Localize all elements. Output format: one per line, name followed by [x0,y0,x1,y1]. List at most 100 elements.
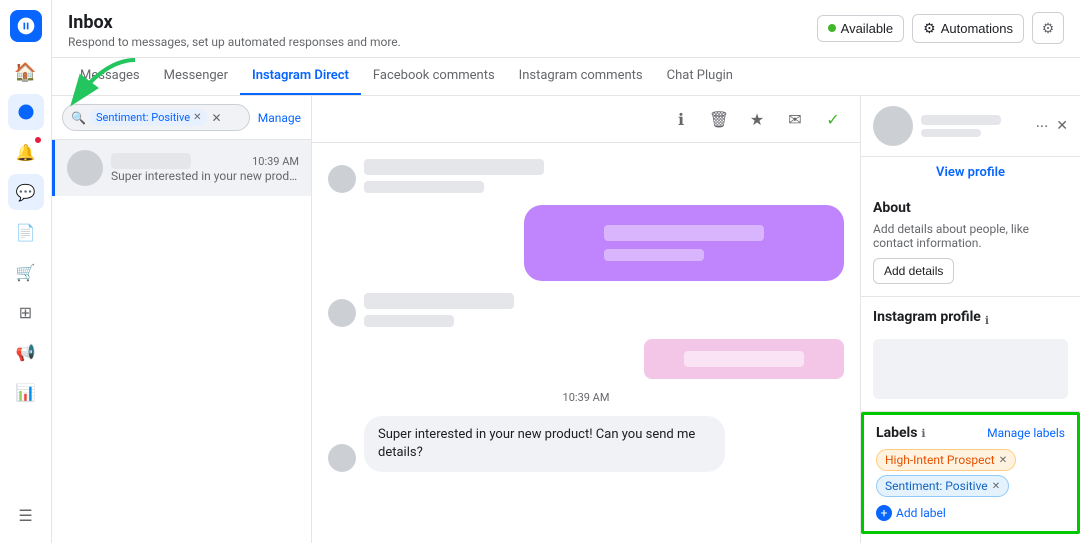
about-title: About [873,200,1068,216]
sidebar-item-ai[interactable] [8,94,44,130]
sidebar-item-home[interactable]: 🏠 [8,54,44,90]
sidebar-item-pages[interactable]: 📄 [8,214,44,250]
label-chip-sentiment: Sentiment: Positive ✕ [876,475,1009,497]
delete-button[interactable]: 🗑 [704,104,734,134]
settings-button[interactable]: ⚙ [1032,12,1064,44]
incoming-msg-1 [328,159,844,193]
inbox-title-area: Inbox Respond to messages, set up automa… [68,12,401,49]
outgoing-placeholder-3 [684,351,804,367]
outgoing-msg-2 [328,339,844,379]
email-button[interactable]: ✉ [780,104,810,134]
conv-info: 10:39 AM Super interested in your new pr… [111,153,299,183]
meta-logo [10,10,42,42]
content-area: 🔍 Sentiment: Positive ✕ ✕ Manage 10:39 A… [52,96,1080,543]
chat-toolbar: ℹ 🗑 ★ ✉ ✓ [312,96,860,143]
rp-sub-placeholder [921,129,981,137]
status-button[interactable]: Available [817,15,905,42]
info-button[interactable]: ℹ [666,104,696,134]
ig-profile-section: Instagram profile ℹ [861,297,1080,412]
tab-facebook-comments[interactable]: Facebook comments [361,58,507,95]
conv-name-placeholder [111,153,191,169]
view-profile-link[interactable]: View profile [861,157,1080,188]
rp-avatar [873,106,913,146]
label-chip-high-intent: High-Intent Prospect ✕ [876,449,1016,471]
conv-preview: Super interested in your new produc... [111,169,299,183]
info-icon-ig: ℹ [985,314,989,327]
sidebar-item-notifications[interactable]: 🔔 [8,134,44,170]
rp-header: ··· ✕ [861,96,1080,157]
manage-link[interactable]: Manage [258,111,301,125]
inbox-wrapper: Inbox Respond to messages, set up automa… [52,0,1080,543]
outgoing-placeholder-1 [604,225,764,241]
status-label: Available [841,21,894,36]
inbox-subtitle: Respond to messages, set up automated re… [68,35,401,49]
check-button[interactable]: ✓ [818,104,848,134]
suggested-labels-section: Suggested labels New customer Important … [861,534,1080,543]
sidebar-item-analytics[interactable]: 📊 [8,374,44,410]
automations-button[interactable]: ⚙ Automations [912,14,1024,43]
inbox-header: Inbox Respond to messages, set up automa… [52,0,1080,58]
info-icon-labels: ℹ [921,427,925,440]
labels-section: Labels ℹ Manage labels High-Intent Prosp… [861,412,1080,534]
right-panel: ··· ✕ View profile About Add details abo… [860,96,1080,543]
sidebar-item-menu[interactable]: ☰ [8,497,44,533]
rp-close-button[interactable]: ✕ [1056,118,1068,134]
add-label-button[interactable]: + Add label [876,505,1065,521]
rp-name-placeholder [921,115,1001,125]
user-avatar-2 [328,299,356,327]
settings-icon: ⚙ [1042,20,1055,37]
sidebar-item-tables[interactable]: ⊞ [8,294,44,330]
tab-messenger[interactable]: Messenger [152,58,240,95]
label-chip-text-2: Sentiment: Positive [885,479,988,493]
label-chip-remove-1[interactable]: ✕ [999,455,1007,466]
msg-placeholder-3 [364,293,514,309]
notification-badge [34,136,42,144]
header-actions: Available ⚙ Automations ⚙ [817,12,1064,44]
label-chip-text-1: High-Intent Prospect [885,453,995,467]
user-avatar-1 [328,165,356,193]
inbox-tabs: Messages Messenger Instagram Direct Face… [52,58,1080,96]
labels-title: Labels [876,425,917,441]
user-avatar-final [328,444,356,472]
conversation-item[interactable]: 10:39 AM Super interested in your new pr… [52,140,311,196]
label-chip-remove-2[interactable]: ✕ [992,481,1000,492]
final-message: Super interested in your new product! Ca… [364,416,725,472]
inbox-title: Inbox [68,12,401,33]
manage-labels-link[interactable]: Manage labels [987,426,1065,440]
conversation-list: 🔍 Sentiment: Positive ✕ ✕ Manage 10:39 A… [52,96,312,543]
outgoing-placeholder-2 [604,249,704,261]
sidebar-item-shop[interactable]: 🛒 [8,254,44,290]
about-section: About Add details about people, like con… [861,188,1080,297]
rp-name-area [921,115,1028,137]
ig-profile-title: Instagram profile [873,309,981,325]
msg-placeholder-1 [364,159,544,175]
sidebar-item-messages[interactable]: 💬 [8,174,44,210]
about-desc: Add details about people, like contact i… [873,222,1068,250]
search-inner: 🔍 Sentiment: Positive ✕ ✕ [62,104,250,131]
search-bar: 🔍 Sentiment: Positive ✕ ✕ Manage [52,96,311,140]
labels-header: Labels ℹ Manage labels [876,425,1065,441]
ig-profile-placeholder [873,339,1068,399]
add-label-icon: + [876,505,892,521]
search-icon: 🔍 [71,111,86,125]
rp-menu-button[interactable]: ··· [1036,117,1049,136]
search-clear-icon[interactable]: ✕ [211,111,221,125]
tab-instagram-direct[interactable]: Instagram Direct [240,58,361,95]
tab-instagram-comments[interactable]: Instagram comments [507,58,655,95]
automations-label: Automations [941,21,1013,36]
filter-label: Sentiment: Positive [96,111,190,124]
sidebar-item-campaigns[interactable]: 📢 [8,334,44,370]
tab-messages[interactable]: Messages [68,58,152,95]
filter-tag: Sentiment: Positive ✕ [90,109,208,126]
add-details-label: Add details [884,264,943,278]
add-details-button[interactable]: Add details [873,258,954,284]
conv-time: 10:39 AM [252,155,299,168]
chat-area: ℹ 🗑 ★ ✉ ✓ [312,96,860,543]
add-label-text: Add label [896,506,946,520]
sidebar: 🏠 🔔 💬 📄 🛒 ⊞ 📢 📊 ☰ [0,0,52,543]
star-button[interactable]: ★ [742,104,772,134]
tab-chat-plugin[interactable]: Chat Plugin [655,58,745,95]
filter-remove-icon[interactable]: ✕ [193,112,201,123]
ai-icon [17,103,35,121]
status-dot [828,24,836,32]
